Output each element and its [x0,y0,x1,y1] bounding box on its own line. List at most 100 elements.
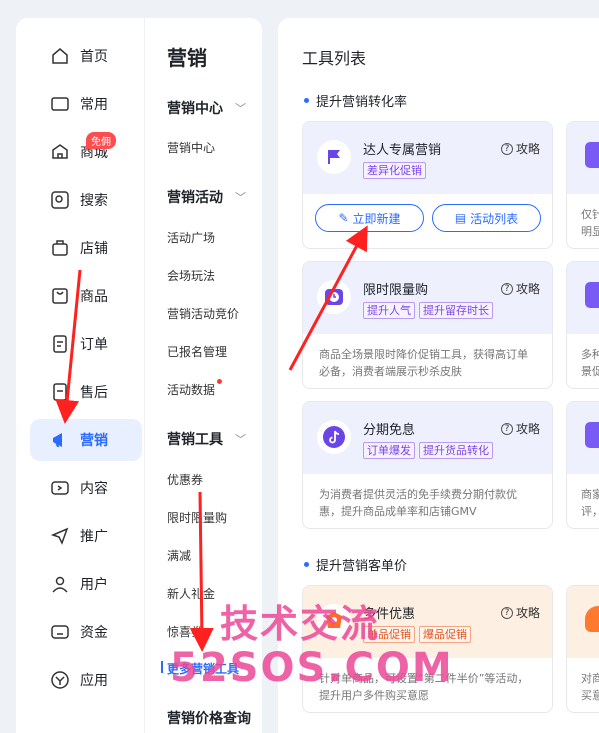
folder-icon [50,94,70,114]
tool-card-peek[interactable]: 对商 买意 [566,585,599,713]
store-icon [50,238,70,258]
card-tag: 订单爆发 [363,442,415,459]
card-description: 商品全场景限时降价促销工具，获得高订单必备，消费者端展示秒杀皮肤 [319,348,528,378]
submenu-item-activity-data[interactable]: 活动数据 [167,381,215,398]
order-icon [50,334,70,354]
guide-label: 攻略 [515,282,540,296]
submenu-item-marketing-center[interactable]: 营销中心 [167,139,215,156]
nav-label: 订单 [80,337,108,353]
bag-icon [50,286,70,306]
card-tag: 爆品促销 [419,626,471,643]
submenu-item-activity-plaza[interactable]: 活动广场 [167,229,215,246]
commission-free-badge: 免佣 [86,132,116,149]
guide-link[interactable]: ? 攻略 [500,280,540,297]
card-name: 多件优惠 [363,607,416,622]
tool-card-flash-sale[interactable]: 限时限量购 提升人气 提升留存时长 ? 攻略 商品全场景限时降价促销工具，获得高订… [302,261,553,389]
card-description: 对商 买意 [581,672,599,702]
button-label: 活动列表 [470,211,519,226]
submenu-item-more-tools[interactable]: 更多营销工具 [167,660,239,677]
guide-link[interactable]: ? 攻略 [500,140,540,157]
card-name: 限时限量购 [363,283,429,298]
card-description: 仅针 明显 [581,208,599,238]
nav-item-store[interactable]: 店铺 [30,227,142,269]
question-icon: ? [500,422,513,435]
shop-icon [50,142,70,162]
nav-item-tv[interactable]: 内容 [30,467,142,509]
create-now-button[interactable]: ✎ 立即新建 [315,204,424,232]
submenu-item-registered[interactable]: 已报名管理 [167,343,227,360]
submenu-group-marketing-center[interactable]: 营销中心 ﹀ [167,98,246,118]
list-icon: ▤ [454,211,467,225]
home-icon [50,46,70,66]
submenu-item-venue-play[interactable]: 会场玩法 [167,267,215,284]
nav-item-search[interactable]: 搜索 [30,179,142,221]
question-icon: ? [500,142,513,155]
submenu-group-label: 营销中心 [167,101,223,117]
tool-card-talent-marketing[interactable]: 达人专属营销 差异化促销 ? 攻略 ✎ 立即新建 ▤ 活动列表 [302,121,553,249]
nav-item-megaphone[interactable]: 营销 [30,419,142,461]
card-description: 针对单商品，可设置“第二件半价”等活动，提升用户多件购买意愿 [319,672,529,702]
tool-card-installment[interactable]: 分期免息 订单爆发 提升货品转化 ? 攻略 为消费者提供灵活的免手续费分期付款优惠… [302,401,553,529]
nav-label: 用户 [80,577,108,593]
current-marker [161,661,163,673]
nav-label: 内容 [80,481,108,497]
submenu-item-coupon[interactable]: 优惠券 [167,471,203,488]
nav-item-order[interactable]: 订单 [30,323,142,365]
card-name: 达人专属营销 [363,143,442,158]
guide-label: 攻略 [515,606,540,620]
tool-card-peek[interactable]: 仅针 明显 [566,121,599,249]
submenu-group-price-query[interactable]: 营销价格查询 [167,708,251,728]
tool-card-peek[interactable]: 多种 景促 [566,261,599,389]
douyin-icon [317,420,351,454]
nav-item-app[interactable]: 应用 [30,659,142,701]
submenu-group-marketing-activity[interactable]: 营销活动 ﹀ [167,187,246,207]
edit-icon: ✎ [338,211,349,225]
app-icon [50,670,70,690]
submenu-item-newcomer-gift[interactable]: 新人礼金 [167,585,215,602]
submenu-item-flash-sale[interactable]: 限时限量购 [167,509,227,526]
card-tag: 单品促销 [363,626,415,643]
submenu-item-full-reduction[interactable]: 满减 [167,547,191,564]
nav-label: 营销 [80,433,108,449]
search-icon [50,190,70,210]
send-icon [50,526,70,546]
submenu-group-label: 营销价格查询 [167,711,251,727]
submenu-group-marketing-tools[interactable]: 营销工具 ﹀ [167,429,246,449]
nav-item-send[interactable]: 推广 [30,515,142,557]
tool-icon [585,282,599,308]
tool-icon [585,606,599,632]
card-description: 为消费者提供灵活的免手续费分期付款优惠，提升商品成单率和店铺GMV [319,488,517,518]
flag-icon [317,140,351,174]
tool-card-peek[interactable]: 商家 评， [566,401,599,529]
guide-label: 攻略 [515,422,540,436]
activity-list-button[interactable]: ▤ 活动列表 [432,204,541,232]
nav-label: 商品 [80,289,108,305]
nav-label: 店铺 [80,241,108,257]
megaphone-icon [50,430,70,450]
guide-link[interactable]: ? 攻略 [500,420,540,437]
nav-label: 推广 [80,529,108,545]
tool-list-panel: 工具列表 提升营销转化率 达人专属营销 差异化促销 ? 攻略 ✎ 立即新建 ▤ 活动列… [278,18,599,733]
nav-item-folder[interactable]: 常用 [30,83,142,125]
tool-card-multi-item[interactable]: 多件优惠 单品促销 爆品促销 ? 攻略 针对单商品，可设置“第二件半价”等活动，提… [302,585,553,713]
card-name: 分期免息 [363,423,416,438]
aftersale-icon [50,382,70,402]
nav-item-aftersale[interactable]: 售后 [30,371,142,413]
submenu-title: 营销 [167,46,207,70]
new-dot [217,379,222,384]
card-tag: 提升货品转化 [419,442,493,459]
section-conversion: 提升营销转化率 [304,91,407,110]
nav-item-wallet[interactable]: 资金 [30,611,142,653]
page-title: 工具列表 [302,49,367,68]
submenu-item-activity-bidding[interactable]: 营销活动竞价 [167,305,239,322]
section-order-value: 提升营销客单价 [304,555,407,574]
nav-item-bag[interactable]: 商品 [30,275,142,317]
nav-item-home[interactable]: 首页 [30,35,142,77]
nav-item-user[interactable]: 用户 [30,563,142,605]
guide-label: 攻略 [515,142,540,156]
submenu-group-label: 营销工具 [167,432,223,448]
section-title: 提升营销转化率 [316,95,408,110]
submenu-item-surprise-coupon[interactable]: 惊喜券 [167,623,203,640]
guide-link[interactable]: ? 攻略 [500,604,540,621]
card-tag: 提升留存时长 [419,302,493,319]
